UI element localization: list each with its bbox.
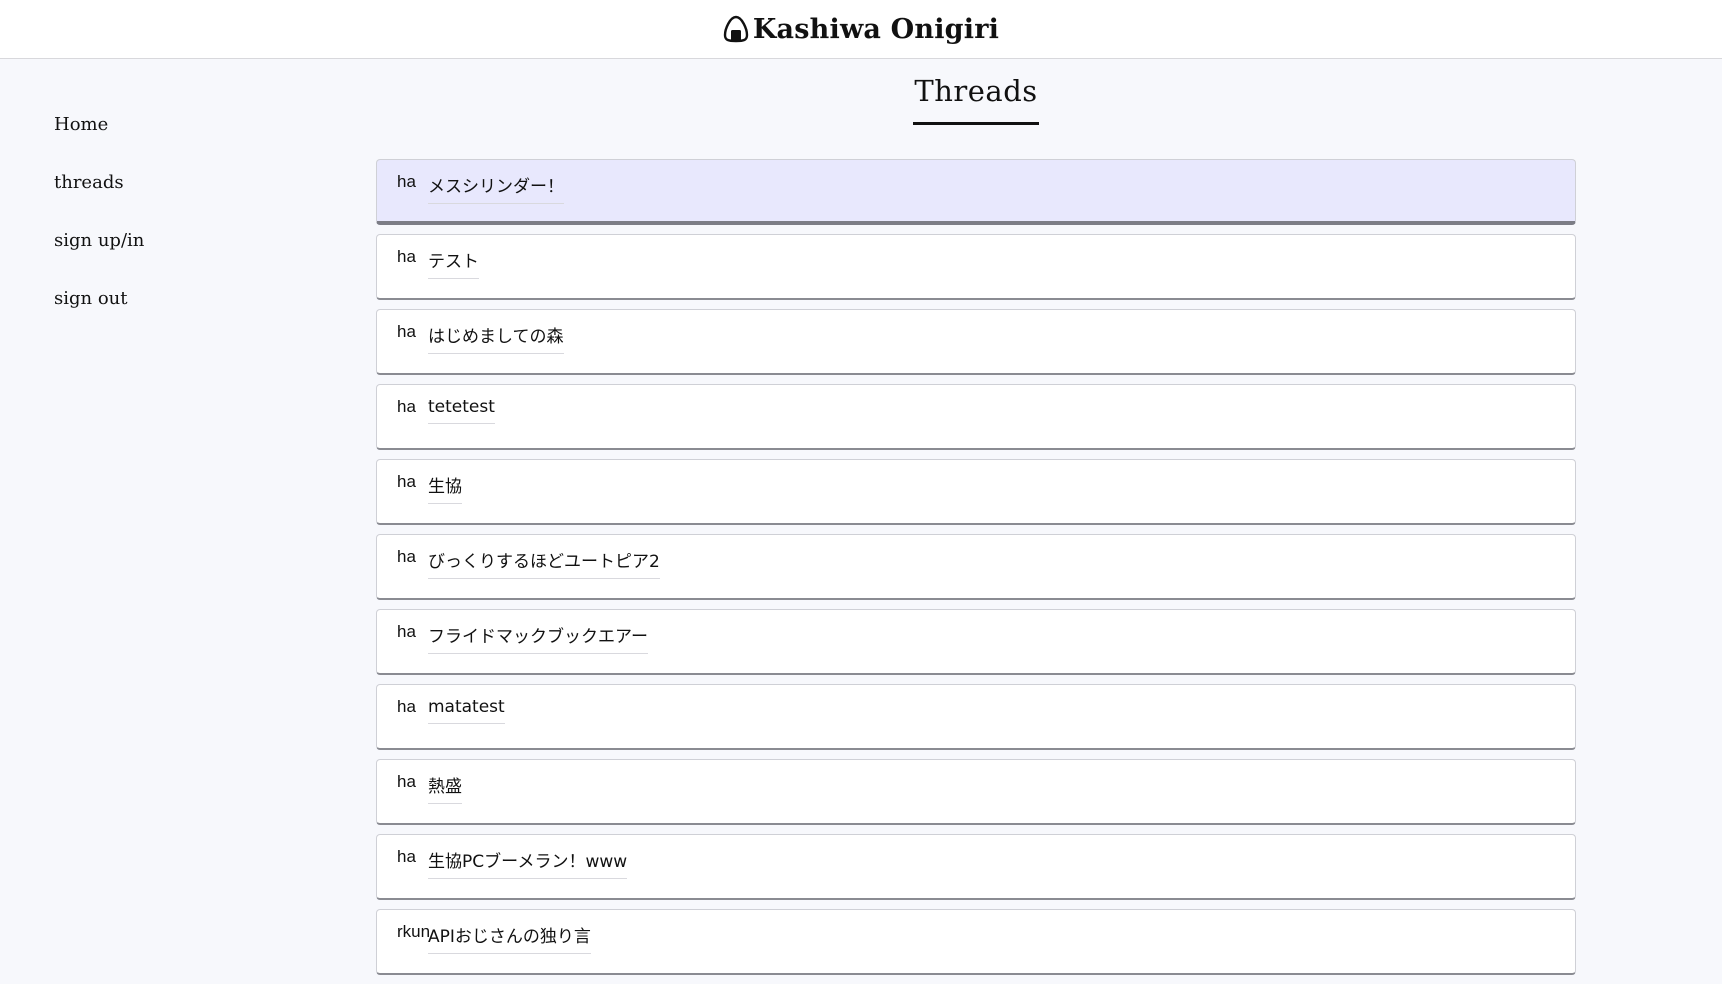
- thread-author: ha: [397, 697, 416, 716]
- thread-card[interactable]: ha 熱盛: [376, 759, 1576, 825]
- sidebar-nav: Home threads sign up/in sign out: [54, 104, 144, 336]
- thread-author: ha: [397, 397, 416, 416]
- onigiri-icon: [723, 15, 749, 43]
- thread-title[interactable]: 生協: [428, 472, 462, 504]
- thread-title[interactable]: メスシリンダー！: [428, 172, 564, 204]
- main-content: Threads ha メスシリンダー！ ha テスト ha はじめましての森 h…: [376, 58, 1576, 975]
- thread-title[interactable]: tetetest: [428, 397, 495, 424]
- thread-author: rkun: [397, 922, 431, 941]
- thread-title[interactable]: びっくりするほどユートピア2: [428, 547, 660, 579]
- thread-title[interactable]: テスト: [428, 247, 479, 279]
- thread-card[interactable]: ha 生協PCブーメラン！www: [376, 834, 1576, 900]
- sidebar-item-sign-up-in[interactable]: sign up/in: [54, 220, 144, 278]
- thread-title[interactable]: はじめましての森: [428, 322, 564, 354]
- thread-title[interactable]: matatest: [428, 697, 505, 724]
- thread-author: ha: [397, 322, 416, 341]
- top-bar: Kashiwa Onigiri: [0, 0, 1722, 59]
- thread-card[interactable]: rkun APIおじさんの独り言: [376, 909, 1576, 975]
- brand-link[interactable]: Kashiwa Onigiri: [723, 14, 999, 45]
- sidebar-item-sign-out[interactable]: sign out: [54, 278, 144, 336]
- thread-author: ha: [397, 847, 416, 866]
- thread-title[interactable]: 生協PCブーメラン！www: [428, 847, 628, 879]
- thread-card[interactable]: ha matatest: [376, 684, 1576, 750]
- page-title: Threads: [913, 74, 1039, 125]
- thread-author: ha: [397, 472, 416, 491]
- thread-card[interactable]: ha びっくりするほどユートピア2: [376, 534, 1576, 600]
- thread-title[interactable]: APIおじさんの独り言: [428, 922, 591, 954]
- thread-title[interactable]: フライドマックブックエアー: [428, 622, 648, 654]
- thread-author: ha: [397, 547, 416, 566]
- thread-card[interactable]: ha テスト: [376, 234, 1576, 300]
- thread-author: ha: [397, 622, 416, 641]
- brand-name: Kashiwa Onigiri: [752, 13, 1000, 45]
- thread-author: ha: [397, 172, 416, 191]
- title-section: Threads: [376, 58, 1576, 160]
- sidebar-item-threads[interactable]: threads: [54, 162, 144, 220]
- thread-card[interactable]: ha 生協: [376, 459, 1576, 525]
- thread-list: ha メスシリンダー！ ha テスト ha はじめましての森 ha tetete…: [376, 159, 1576, 984]
- thread-title[interactable]: 熱盛: [428, 772, 462, 804]
- thread-card[interactable]: ha メスシリンダー！: [376, 159, 1576, 225]
- thread-author: ha: [397, 772, 416, 791]
- thread-card[interactable]: ha tetetest: [376, 384, 1576, 450]
- thread-author: ha: [397, 247, 416, 266]
- sidebar-item-home[interactable]: Home: [54, 104, 144, 162]
- thread-card[interactable]: ha フライドマックブックエアー: [376, 609, 1576, 675]
- thread-card[interactable]: ha はじめましての森: [376, 309, 1576, 375]
